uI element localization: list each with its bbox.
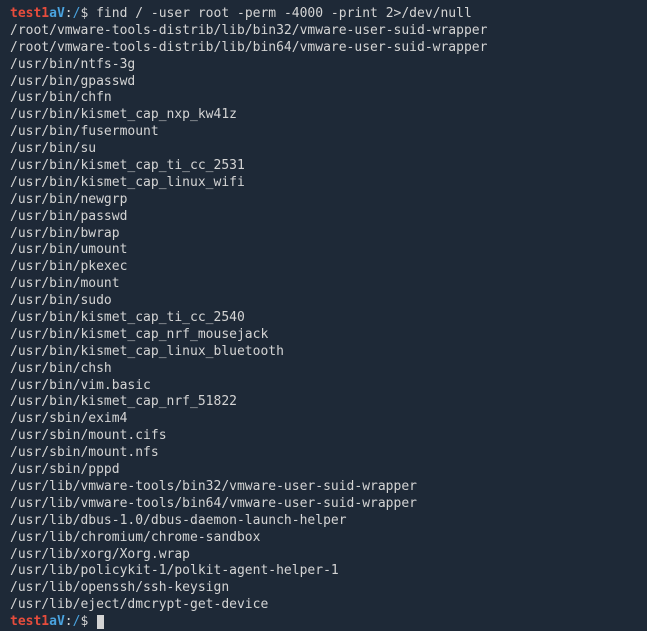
prompt-sigil: $ xyxy=(80,614,88,629)
output-line: /usr/bin/fusermount xyxy=(10,124,637,141)
prompt-sigil: $ xyxy=(80,6,88,21)
prompt-sep: : xyxy=(65,6,73,21)
prompt-path: / xyxy=(73,614,81,629)
output-line: /usr/sbin/mount.cifs xyxy=(10,428,637,445)
output-line: /usr/bin/vim.basic xyxy=(10,378,637,395)
output-line: /usr/sbin/exim4 xyxy=(10,411,637,428)
output-line: /usr/lib/vmware-tools/bin32/vmware-user-… xyxy=(10,479,637,496)
output-line: /usr/bin/mount xyxy=(10,276,637,293)
output-line: /root/vmware-tools-distrib/lib/bin32/vmw… xyxy=(10,23,637,40)
output-line: /usr/bin/kismet_cap_ti_cc_2531 xyxy=(10,158,637,175)
output-line: /usr/bin/pkexec xyxy=(10,259,637,276)
prompt-line-1: test1aV:/$ find / -user root -perm -4000… xyxy=(10,6,637,23)
output-line: /usr/lib/policykit-1/polkit-agent-helper… xyxy=(10,563,637,580)
output-line: /usr/bin/kismet_cap_nrf_51822 xyxy=(10,394,637,411)
terminal[interactable]: test1aV:/$ find / -user root -perm -4000… xyxy=(10,6,637,631)
cursor-icon xyxy=(97,615,104,629)
prompt-host: aV xyxy=(49,614,65,629)
prompt-user: test1 xyxy=(10,6,49,21)
command-output: /root/vmware-tools-distrib/lib/bin32/vmw… xyxy=(10,23,637,614)
output-line: /usr/bin/kismet_cap_nxp_kw41z xyxy=(10,107,637,124)
output-line: /usr/lib/chromium/chrome-sandbox xyxy=(10,530,637,547)
output-line: /usr/bin/bwrap xyxy=(10,226,637,243)
output-line: /usr/sbin/mount.nfs xyxy=(10,445,637,462)
output-line: /usr/sbin/pppd xyxy=(10,462,637,479)
output-line: /usr/bin/kismet_cap_nrf_mousejack xyxy=(10,327,637,344)
output-line: /usr/lib/vmware-tools/bin64/vmware-user-… xyxy=(10,496,637,513)
output-line: /usr/bin/kismet_cap_linux_bluetooth xyxy=(10,344,637,361)
prompt-host: aV xyxy=(49,6,65,21)
output-line: /usr/lib/xorg/Xorg.wrap xyxy=(10,547,637,564)
prompt-sep: : xyxy=(65,614,73,629)
output-line: /usr/bin/su xyxy=(10,141,637,158)
output-line: /usr/bin/sudo xyxy=(10,293,637,310)
output-line: /usr/bin/chfn xyxy=(10,90,637,107)
prompt-line-2[interactable]: test1aV:/$ xyxy=(10,614,637,631)
output-line: /usr/bin/kismet_cap_ti_cc_2540 xyxy=(10,310,637,327)
output-line: /usr/lib/dbus-1.0/dbus-daemon-launch-hel… xyxy=(10,513,637,530)
output-line: /usr/bin/passwd xyxy=(10,209,637,226)
output-line: /usr/bin/umount xyxy=(10,242,637,259)
output-line: /usr/bin/chsh xyxy=(10,361,637,378)
output-line: /usr/bin/gpasswd xyxy=(10,74,637,91)
command-text: find / -user root -perm -4000 -print 2>/… xyxy=(96,6,472,21)
output-line: /usr/bin/ntfs-3g xyxy=(10,57,637,74)
output-line: /root/vmware-tools-distrib/lib/bin64/vmw… xyxy=(10,40,637,57)
output-line: /usr/lib/openssh/ssh-keysign xyxy=(10,580,637,597)
output-line: /usr/bin/kismet_cap_linux_wifi xyxy=(10,175,637,192)
prompt-user: test1 xyxy=(10,614,49,629)
output-line: /usr/bin/newgrp xyxy=(10,192,637,209)
